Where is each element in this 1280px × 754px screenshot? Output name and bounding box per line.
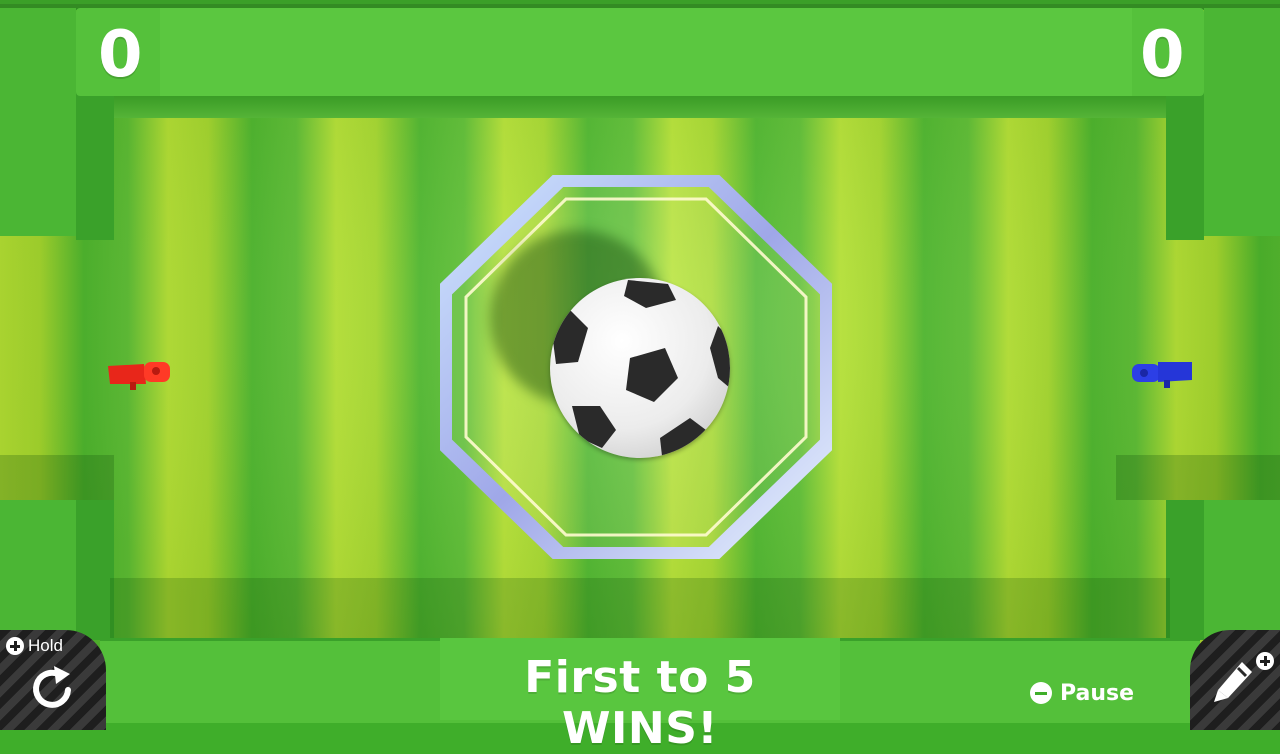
minus-button-icon <box>1030 682 1052 704</box>
pause-label: Pause <box>1060 680 1135 706</box>
hold-label: Hold <box>28 636 63 655</box>
left-top-wall <box>0 8 76 236</box>
right-top-wall-side <box>1166 96 1204 240</box>
left-top-wall-side <box>76 96 114 240</box>
right-bottom-wall-shadow <box>1116 455 1280 500</box>
right-top-wall <box>1204 8 1280 236</box>
scoreboard-inner <box>160 8 1132 96</box>
red-player-car-icon <box>108 362 170 390</box>
goal-banner-text: First to 5 WINS! <box>524 652 756 754</box>
soccer-ball-icon <box>550 278 730 458</box>
left-score: 0 <box>98 18 143 92</box>
left-bottom-wall <box>0 500 76 640</box>
left-bottom-wall-side <box>76 500 114 640</box>
right-score: 0 <box>1140 18 1185 92</box>
plus-button-icon <box>6 637 24 655</box>
pause-button[interactable]: Pause <box>1030 678 1134 708</box>
rotate-icon <box>33 666 71 708</box>
pencil-icon <box>1214 662 1252 702</box>
left-bottom-wall-shadow <box>0 455 114 500</box>
blue-player-car-icon <box>1132 362 1192 388</box>
bottom-wall-shadow <box>110 578 1170 638</box>
right-bottom-wall-side <box>1166 500 1204 640</box>
top-wall-shadow <box>110 96 1170 118</box>
right-bottom-wall <box>1204 500 1280 640</box>
plus-button-icon <box>1256 652 1274 670</box>
